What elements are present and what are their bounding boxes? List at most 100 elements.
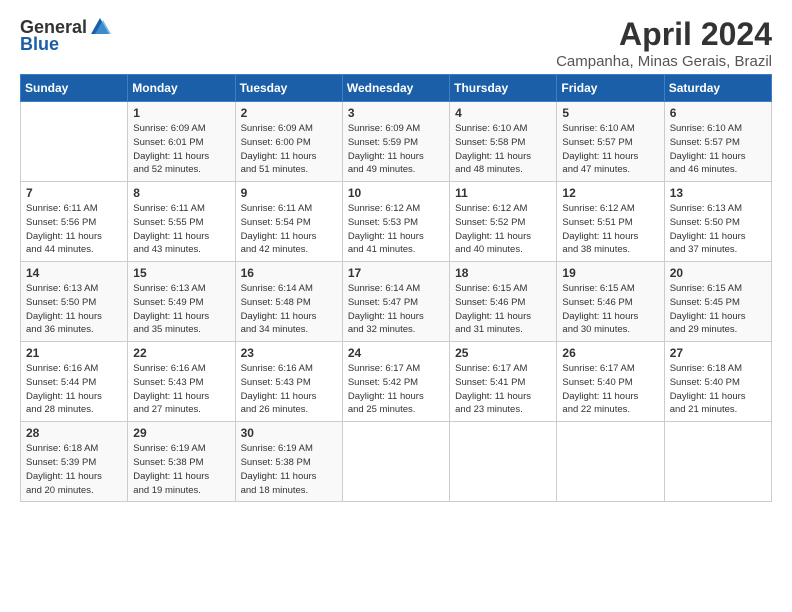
- day-info: Sunrise: 6:17 AMSunset: 5:41 PMDaylight:…: [455, 362, 552, 417]
- day-info: Sunrise: 6:18 AMSunset: 5:39 PMDaylight:…: [26, 442, 123, 497]
- day-info: Sunrise: 6:12 AMSunset: 5:51 PMDaylight:…: [562, 202, 659, 257]
- logo: General Blue: [20, 16, 111, 55]
- day-number: 16: [241, 266, 338, 280]
- calendar-cell: 9Sunrise: 6:11 AMSunset: 5:54 PMDaylight…: [235, 182, 342, 262]
- calendar-header-monday: Monday: [128, 75, 235, 102]
- calendar-header-row: SundayMondayTuesdayWednesdayThursdayFrid…: [21, 75, 772, 102]
- calendar-header-wednesday: Wednesday: [342, 75, 449, 102]
- day-number: 29: [133, 426, 230, 440]
- day-number: 30: [241, 426, 338, 440]
- day-number: 21: [26, 346, 123, 360]
- calendar-cell: 5Sunrise: 6:10 AMSunset: 5:57 PMDaylight…: [557, 102, 664, 182]
- calendar-cell: 8 Sunrise: 6:11 AMSunset: 5:55 PMDaylight…: [128, 182, 235, 262]
- day-info: Sunrise: 6:14 AMSunset: 5:47 PMDaylight:…: [348, 282, 445, 337]
- calendar-header-friday: Friday: [557, 75, 664, 102]
- day-info: Sunrise: 6:17 AMSunset: 5:42 PMDaylight:…: [348, 362, 445, 417]
- calendar-header-thursday: Thursday: [450, 75, 557, 102]
- day-info: Sunrise: 6:13 AMSunset: 5:49 PMDaylight:…: [133, 282, 230, 337]
- day-info: Sunrise: 6:15 AMSunset: 5:46 PMDaylight:…: [562, 282, 659, 337]
- day-number: 20: [670, 266, 767, 280]
- day-info: Sunrise: 6:19 AMSunset: 5:38 PMDaylight:…: [133, 442, 230, 497]
- day-number: 23: [241, 346, 338, 360]
- day-number: 27: [670, 346, 767, 360]
- calendar-cell: 20Sunrise: 6:15 AMSunset: 5:45 PMDayligh…: [664, 262, 771, 342]
- day-info: Sunrise: 6:15 AMSunset: 5:46 PMDaylight:…: [455, 282, 552, 337]
- calendar-table: SundayMondayTuesdayWednesdayThursdayFrid…: [20, 74, 772, 502]
- day-info: Sunrise: 6:16 AMSunset: 5:43 PMDaylight:…: [133, 362, 230, 417]
- calendar-cell: 17 Sunrise: 6:14 AMSunset: 5:47 PMDayligh…: [342, 262, 449, 342]
- day-info: Sunrise: 6:13 AMSunset: 5:50 PMDaylight:…: [26, 282, 123, 337]
- day-info: Sunrise: 6:13 AMSunset: 5:50 PMDaylight:…: [670, 202, 767, 257]
- calendar-cell: [342, 422, 449, 502]
- day-number: 15: [133, 266, 230, 280]
- calendar-header-tuesday: Tuesday: [235, 75, 342, 102]
- day-info: Sunrise: 6:16 AMSunset: 5:44 PMDaylight:…: [26, 362, 123, 417]
- day-info: Sunrise: 6:11 AMSunset: 5:56 PMDaylight:…: [26, 202, 123, 257]
- day-info: Sunrise: 6:14 AMSunset: 5:48 PMDaylight:…: [241, 282, 338, 337]
- calendar-cell: 14 Sunrise: 6:13 AMSunset: 5:50 PMDayligh…: [21, 262, 128, 342]
- calendar-cell: [557, 422, 664, 502]
- calendar-header-sunday: Sunday: [21, 75, 128, 102]
- calendar-cell: 6Sunrise: 6:10 AMSunset: 5:57 PMDaylight…: [664, 102, 771, 182]
- calendar-cell: 12 Sunrise: 6:12 AMSunset: 5:51 PMDayligh…: [557, 182, 664, 262]
- day-info: Sunrise: 6:12 AMSunset: 5:52 PMDaylight:…: [455, 202, 552, 257]
- day-number: 6: [670, 106, 767, 120]
- location-title: Campanha, Minas Gerais, Brazil: [556, 53, 772, 70]
- day-number: 18: [455, 266, 552, 280]
- title-block: April 2024 Campanha, Minas Gerais, Brazi…: [556, 16, 772, 70]
- calendar-cell: 26Sunrise: 6:17 AMSunset: 5:40 PMDayligh…: [557, 342, 664, 422]
- calendar-cell: [21, 102, 128, 182]
- calendar-week-row: 7 Sunrise: 6:11 AMSunset: 5:56 PMDaylight…: [21, 182, 772, 262]
- day-info: Sunrise: 6:18 AMSunset: 5:40 PMDaylight:…: [670, 362, 767, 417]
- day-number: 2: [241, 106, 338, 120]
- calendar-week-row: 21 Sunrise: 6:16 AMSunset: 5:44 PMDayligh…: [21, 342, 772, 422]
- month-title: April 2024: [556, 16, 772, 53]
- day-number: 22: [133, 346, 230, 360]
- calendar-cell: [664, 422, 771, 502]
- day-number: 14: [26, 266, 123, 280]
- calendar-cell: 19 Sunrise: 6:15 AMSunset: 5:46 PMDayligh…: [557, 262, 664, 342]
- day-info: Sunrise: 6:17 AMSunset: 5:40 PMDaylight:…: [562, 362, 659, 417]
- day-number: 12: [562, 186, 659, 200]
- calendar-cell: 3 Sunrise: 6:09 AMSunset: 5:59 PMDaylight…: [342, 102, 449, 182]
- calendar-cell: 15 Sunrise: 6:13 AMSunset: 5:49 PMDayligh…: [128, 262, 235, 342]
- calendar-cell: 21 Sunrise: 6:16 AMSunset: 5:44 PMDayligh…: [21, 342, 128, 422]
- day-info: Sunrise: 6:09 AMSunset: 5:59 PMDaylight:…: [348, 122, 445, 177]
- day-number: 19: [562, 266, 659, 280]
- logo-blue: Blue: [20, 34, 59, 55]
- day-info: Sunrise: 6:19 AMSunset: 5:38 PMDaylight:…: [241, 442, 338, 497]
- calendar-cell: [450, 422, 557, 502]
- day-number: 4: [455, 106, 552, 120]
- day-number: 13: [670, 186, 767, 200]
- calendar-week-row: 28 Sunrise: 6:18 AMSunset: 5:39 PMDayligh…: [21, 422, 772, 502]
- day-info: Sunrise: 6:09 AMSunset: 6:00 PMDaylight:…: [241, 122, 338, 177]
- calendar-cell: 2 Sunrise: 6:09 AMSunset: 6:00 PMDaylight…: [235, 102, 342, 182]
- calendar-cell: 22 Sunrise: 6:16 AMSunset: 5:43 PMDayligh…: [128, 342, 235, 422]
- day-number: 8: [133, 186, 230, 200]
- calendar-cell: 23Sunrise: 6:16 AMSunset: 5:43 PMDayligh…: [235, 342, 342, 422]
- day-number: 11: [455, 186, 552, 200]
- calendar-cell: 25 Sunrise: 6:17 AMSunset: 5:41 PMDayligh…: [450, 342, 557, 422]
- calendar-cell: 4Sunrise: 6:10 AMSunset: 5:58 PMDaylight…: [450, 102, 557, 182]
- calendar-cell: 29 Sunrise: 6:19 AMSunset: 5:38 PMDayligh…: [128, 422, 235, 502]
- calendar-cell: 18 Sunrise: 6:15 AMSunset: 5:46 PMDayligh…: [450, 262, 557, 342]
- day-number: 3: [348, 106, 445, 120]
- day-info: Sunrise: 6:12 AMSunset: 5:53 PMDaylight:…: [348, 202, 445, 257]
- day-number: 17: [348, 266, 445, 280]
- day-number: 25: [455, 346, 552, 360]
- day-number: 28: [26, 426, 123, 440]
- day-info: Sunrise: 6:11 AMSunset: 5:54 PMDaylight:…: [241, 202, 338, 257]
- page-container: General Blue April 2024 Campanha, Minas …: [0, 0, 792, 512]
- calendar-cell: 27 Sunrise: 6:18 AMSunset: 5:40 PMDayligh…: [664, 342, 771, 422]
- day-number: 10: [348, 186, 445, 200]
- day-number: 24: [348, 346, 445, 360]
- day-info: Sunrise: 6:11 AMSunset: 5:55 PMDaylight:…: [133, 202, 230, 257]
- day-number: 7: [26, 186, 123, 200]
- calendar-cell: 24 Sunrise: 6:17 AMSunset: 5:42 PMDayligh…: [342, 342, 449, 422]
- calendar-cell: 30 Sunrise: 6:19 AMSunset: 5:38 PMDayligh…: [235, 422, 342, 502]
- header: General Blue April 2024 Campanha, Minas …: [20, 16, 772, 70]
- day-info: Sunrise: 6:10 AMSunset: 5:57 PMDaylight:…: [562, 122, 659, 177]
- calendar-cell: 10 Sunrise: 6:12 AMSunset: 5:53 PMDayligh…: [342, 182, 449, 262]
- calendar-cell: 7 Sunrise: 6:11 AMSunset: 5:56 PMDaylight…: [21, 182, 128, 262]
- day-info: Sunrise: 6:09 AMSunset: 6:01 PMDaylight:…: [133, 122, 230, 177]
